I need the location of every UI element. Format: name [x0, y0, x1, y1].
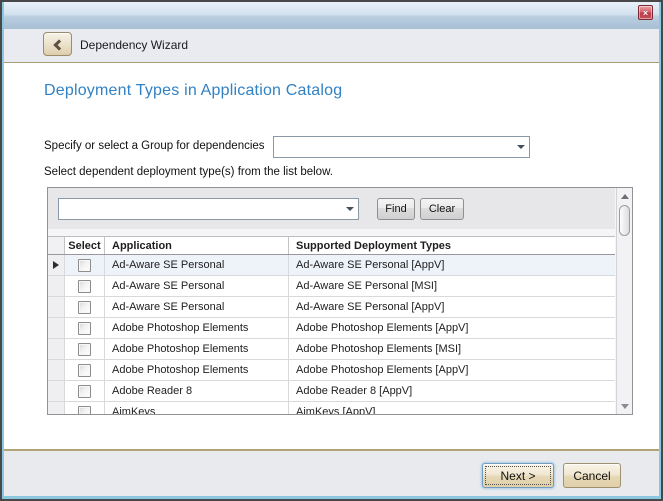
- row-deployment-type: Adobe Photoshop Elements [AppV]: [289, 318, 615, 338]
- table-header-deployment-types[interactable]: Supported Deployment Types: [289, 237, 615, 254]
- vertical-scrollbar[interactable]: [616, 188, 632, 414]
- table-header-row: Select Application Supported Deployment …: [48, 237, 615, 255]
- chevron-left-icon: [53, 39, 64, 50]
- table-header-select[interactable]: Select: [65, 237, 105, 254]
- search-combobox-dropdown-button[interactable]: [341, 199, 358, 219]
- row-selector-cell[interactable]: [48, 381, 65, 401]
- row-application: Adobe Photoshop Elements: [105, 360, 289, 380]
- row-deployment-type: Adobe Photoshop Elements [MSI]: [289, 339, 615, 359]
- table-row[interactable]: Adobe Reader 8 Adobe Reader 8 [AppV]: [48, 381, 615, 402]
- row-select-cell: [65, 381, 105, 401]
- table-row[interactable]: AimKeys AimKeys [AppV]: [48, 402, 615, 414]
- deployment-list-panel: Find Clear Select Application Supported …: [47, 187, 633, 415]
- row-application: Adobe Photoshop Elements: [105, 339, 289, 359]
- row-checkbox[interactable]: [78, 385, 91, 398]
- row-deployment-type: Ad-Aware SE Personal [AppV]: [289, 255, 615, 275]
- window-titlebar[interactable]: ×: [2, 2, 661, 29]
- group-combobox-dropdown-button[interactable]: [512, 137, 529, 157]
- row-select-cell: [65, 360, 105, 380]
- row-deployment-type: Ad-Aware SE Personal [MSI]: [289, 276, 615, 296]
- table-row[interactable]: Adobe Photoshop Elements Adobe Photoshop…: [48, 339, 615, 360]
- table-row[interactable]: Adobe Photoshop Elements Adobe Photoshop…: [48, 318, 615, 339]
- row-checkbox[interactable]: [78, 322, 91, 335]
- row-checkbox[interactable]: [78, 406, 91, 415]
- close-icon[interactable]: ×: [638, 5, 653, 20]
- list-instruction-label: Select dependent deployment type(s) from…: [44, 166, 333, 178]
- row-select-cell: [65, 297, 105, 317]
- page-title: Deployment Types in Application Catalog: [44, 82, 342, 100]
- row-selector-cell[interactable]: [48, 360, 65, 380]
- row-selector-cell[interactable]: [48, 402, 65, 414]
- deployment-types-table: Select Application Supported Deployment …: [48, 236, 615, 414]
- row-checkbox[interactable]: [78, 280, 91, 293]
- group-label: Specify or select a Group for dependenci…: [44, 140, 265, 152]
- table-header-selector: [48, 237, 65, 254]
- row-select-cell: [65, 276, 105, 296]
- search-bar: Find Clear: [48, 188, 615, 229]
- chevron-down-icon: [517, 145, 525, 149]
- cancel-button[interactable]: Cancel: [563, 463, 621, 488]
- row-application: Ad-Aware SE Personal: [105, 276, 289, 296]
- dependency-wizard-window: × Dependency Wizard Deployment Types in …: [0, 0, 663, 501]
- row-selector-cell[interactable]: [48, 297, 65, 317]
- row-application: Ad-Aware SE Personal: [105, 255, 289, 275]
- row-deployment-type: Ad-Aware SE Personal [AppV]: [289, 297, 615, 317]
- row-selector-cell[interactable]: [48, 255, 65, 275]
- row-select-cell: [65, 318, 105, 338]
- row-selector-cell[interactable]: [48, 339, 65, 359]
- row-checkbox[interactable]: [78, 301, 91, 314]
- table-row[interactable]: Ad-Aware SE Personal Ad-Aware SE Persona…: [48, 297, 615, 318]
- scroll-up-icon[interactable]: [617, 188, 632, 204]
- row-application: AimKeys: [105, 402, 289, 414]
- wizard-header: Dependency Wizard: [2, 29, 661, 63]
- table-body: Ad-Aware SE Personal Ad-Aware SE Persona…: [48, 255, 615, 414]
- row-checkbox[interactable]: [78, 259, 91, 272]
- row-deployment-type: Adobe Photoshop Elements [AppV]: [289, 360, 615, 380]
- clear-button[interactable]: Clear: [420, 198, 464, 220]
- row-select-cell: [65, 402, 105, 414]
- search-combobox-input[interactable]: [59, 199, 341, 219]
- scrollbar-thumb[interactable]: [619, 205, 630, 236]
- footer-bar: Next > Cancel: [2, 449, 661, 499]
- row-checkbox[interactable]: [78, 343, 91, 356]
- scroll-down-icon[interactable]: [617, 398, 632, 414]
- wizard-title: Dependency Wizard: [80, 38, 188, 52]
- row-checkbox[interactable]: [78, 364, 91, 377]
- row-select-cell: [65, 339, 105, 359]
- row-application: Ad-Aware SE Personal: [105, 297, 289, 317]
- next-button[interactable]: Next >: [482, 463, 554, 488]
- back-button[interactable]: [43, 32, 72, 56]
- row-select-cell: [65, 255, 105, 275]
- row-selector-cell[interactable]: [48, 276, 65, 296]
- row-selector-cell[interactable]: [48, 318, 65, 338]
- table-row[interactable]: Ad-Aware SE Personal Ad-Aware SE Persona…: [48, 255, 615, 276]
- chevron-down-icon: [346, 207, 354, 211]
- table-row[interactable]: Adobe Photoshop Elements Adobe Photoshop…: [48, 360, 615, 381]
- search-combobox[interactable]: [58, 198, 359, 220]
- group-combobox[interactable]: [273, 136, 530, 158]
- row-deployment-type: Adobe Reader 8 [AppV]: [289, 381, 615, 401]
- find-button[interactable]: Find: [377, 198, 415, 220]
- group-combobox-input[interactable]: [274, 137, 512, 157]
- row-deployment-type: AimKeys [AppV]: [289, 402, 615, 414]
- table-row[interactable]: Ad-Aware SE Personal Ad-Aware SE Persona…: [48, 276, 615, 297]
- row-pointer-icon: [53, 261, 59, 269]
- table-header-application[interactable]: Application: [105, 237, 289, 254]
- row-application: Adobe Reader 8: [105, 381, 289, 401]
- row-application: Adobe Photoshop Elements: [105, 318, 289, 338]
